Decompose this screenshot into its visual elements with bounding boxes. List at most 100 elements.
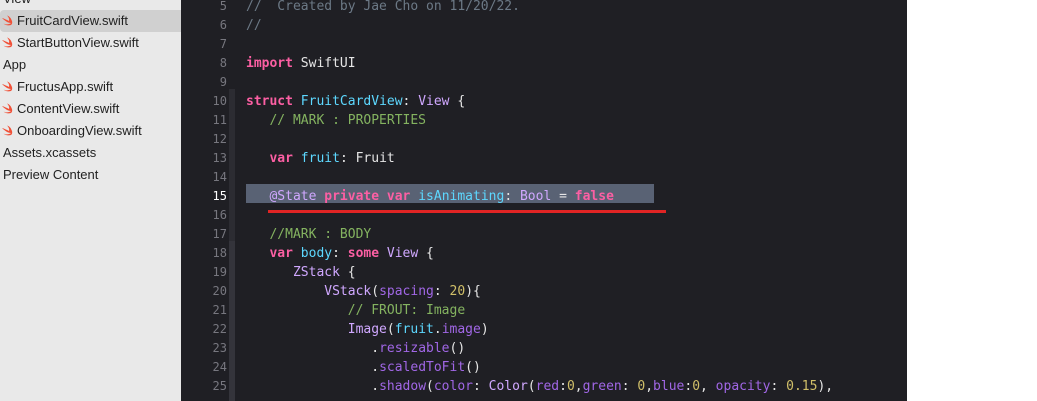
code-line[interactable]: // MARK : PROPERTIES — [246, 111, 426, 130]
swift-file-icon — [2, 37, 13, 48]
line-number: 15 — [212, 189, 227, 203]
code-token: . — [246, 379, 380, 394]
code-line[interactable]: .scaledToFit() — [246, 358, 481, 377]
code-token: body — [300, 246, 333, 261]
code-token: . — [433, 322, 442, 337]
navigator-item[interactable]: StartButtonView.swift — [0, 32, 139, 54]
code-token: ( — [527, 379, 536, 394]
code-token: VStack — [324, 284, 372, 299]
code-token: some — [347, 246, 380, 261]
code-token: : — [770, 379, 787, 394]
navigator-item[interactable]: OnboardingView.swift — [0, 120, 142, 142]
code-token: image — [441, 322, 481, 337]
code-token: , — [645, 379, 654, 394]
code-token: : — [559, 379, 567, 394]
navigator-item-label: ContentView.swift — [17, 101, 120, 116]
code-line[interactable]: //MARK : BODY — [246, 225, 371, 244]
code-token: // — [246, 18, 262, 33]
code-token: blue — [653, 379, 685, 394]
code-line[interactable]: struct FruitCardView: View { — [246, 92, 465, 111]
swift-file-icon — [2, 81, 13, 92]
code-token: () — [449, 341, 466, 356]
code-token: red — [535, 379, 560, 394]
navigator-item[interactable]: FruitCardView.swift — [0, 10, 181, 32]
code-token: : Fruit — [339, 151, 395, 166]
code-token: SwiftUI — [292, 56, 356, 71]
code-line[interactable]: // — [246, 16, 262, 35]
line-number: 23 — [212, 341, 227, 355]
swift-file-icon — [2, 15, 13, 26]
code-token: = — [551, 189, 575, 204]
code-line[interactable]: ZStack { — [246, 263, 356, 282]
navigator-item-label: StartButtonView.swift — [17, 35, 139, 50]
code-line[interactable]: // FROUT: Image — [246, 301, 465, 320]
code-token: . — [246, 360, 380, 375]
line-number: 24 — [212, 360, 227, 374]
navigator-item[interactable]: App — [0, 54, 26, 76]
code-fold-ribbon-nested[interactable] — [229, 241, 235, 401]
code-token: private — [324, 189, 380, 204]
navigator-item-label: Preview Content — [3, 167, 99, 182]
code-token: ) — [480, 322, 489, 337]
code-token: Bool — [519, 189, 552, 204]
navigator-item[interactable]: Preview Content — [0, 164, 98, 186]
code-token: { — [418, 246, 434, 261]
navigator-item-label: OnboardingView.swift — [17, 123, 142, 138]
code-token: shadow — [379, 379, 427, 394]
navigator-item[interactable]: Assets.xcassets — [0, 142, 96, 164]
code-token: : — [473, 379, 489, 394]
code-editor[interactable]: 5 6 7 8 9 10 11 12 13 14 15 16 17 18 19 20 21 22 23 24 25 //… — [181, 0, 907, 401]
code-token: spacing — [379, 284, 434, 299]
code-token: : — [621, 379, 638, 394]
line-number: 18 — [212, 246, 227, 260]
navigator-item[interactable]: ContentView.swift — [0, 98, 119, 120]
code-token: : — [402, 94, 419, 109]
code-line[interactable]: @State private var isAnimating: Bool = f… — [246, 187, 613, 206]
code-token: , — [574, 379, 583, 394]
code-token: ){ — [465, 284, 481, 299]
code-token: import — [246, 56, 293, 71]
code-token: 0 — [566, 379, 575, 394]
code-token: ( — [386, 322, 395, 337]
code-token: 0.15 — [786, 379, 818, 394]
code-token: : — [504, 189, 520, 204]
line-number: 19 — [212, 265, 227, 279]
navigator-item-label: App — [3, 57, 27, 72]
code-token: isAnimating — [418, 189, 505, 204]
code-line[interactable]: var body: some View { — [246, 244, 434, 263]
code-line[interactable]: VStack(spacing: 20){ — [246, 282, 481, 301]
annotation-underline — [268, 210, 666, 213]
code-token: fruit — [394, 322, 434, 337]
code-line[interactable]: .resizable() — [246, 339, 465, 358]
code-line[interactable]: var fruit: Fruit — [246, 149, 395, 168]
code-token: ( — [426, 379, 434, 394]
code-token: fruit — [300, 151, 340, 166]
code-token: color — [433, 379, 473, 394]
swift-file-icon — [2, 103, 13, 114]
code-token: View — [418, 94, 450, 109]
code-token: : — [684, 379, 693, 394]
code-line[interactable]: Image(fruit.image) — [246, 320, 489, 339]
code-token: var — [269, 246, 293, 261]
code-token: Image — [347, 322, 387, 337]
navigator-item[interactable]: View — [0, 0, 31, 10]
line-number: 5 — [219, 0, 227, 13]
code-line[interactable]: // Created by Jae Cho on 11/20/22. — [246, 0, 520, 16]
code-token: FruitCardView — [300, 94, 403, 109]
code-token: View — [386, 246, 419, 261]
code-line[interactable]: import SwiftUI — [246, 54, 356, 73]
code-line[interactable]: .shadow(color: Color(red:0,green: 0,blue… — [246, 377, 833, 396]
line-number: 8 — [219, 56, 227, 70]
line-number: 9 — [219, 75, 227, 89]
line-number-gutter: 5 6 7 8 9 10 11 12 13 14 15 16 17 18 19 20 21 22 23 24 25 — [181, 0, 227, 401]
code-token: () — [465, 360, 481, 375]
line-number: 22 — [212, 322, 227, 336]
navigator-item[interactable]: FructusApp.swift — [0, 76, 113, 98]
code-token: : — [332, 246, 348, 261]
code-token: opacity — [715, 379, 771, 394]
